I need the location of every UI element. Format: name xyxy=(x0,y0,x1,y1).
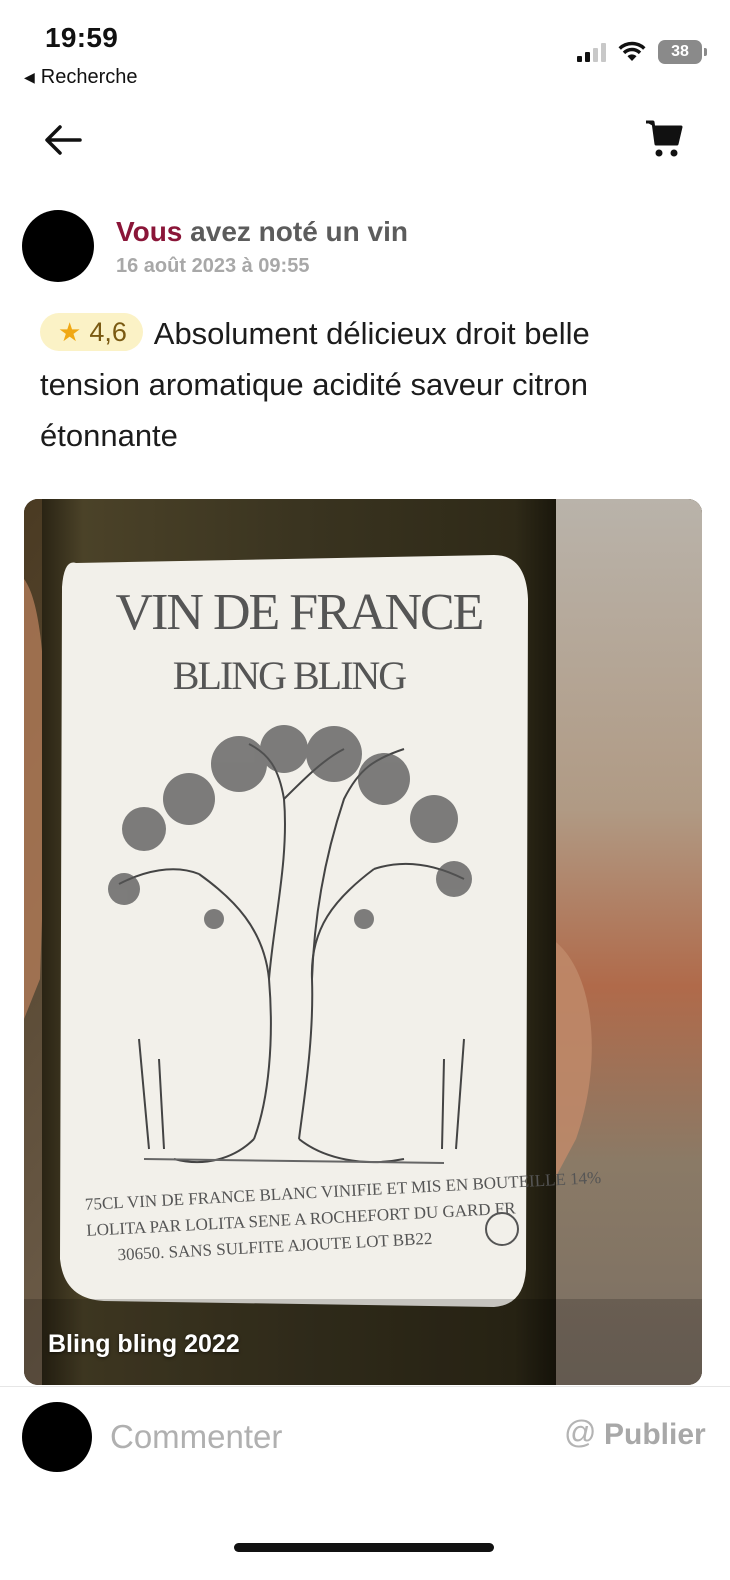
back-to-app-link[interactable]: ◀ Recherche xyxy=(24,66,138,89)
cart-icon[interactable] xyxy=(644,116,684,160)
rating-value: 4,6 xyxy=(89,317,127,347)
mention-icon[interactable]: @ xyxy=(564,1414,596,1451)
label-name: BLING BLING xyxy=(173,653,407,698)
rating-badge: ★ 4,6 xyxy=(40,313,143,351)
user-avatar[interactable] xyxy=(22,210,94,282)
comment-avatar xyxy=(22,1402,92,1472)
post-title: Vous avez noté un vin xyxy=(116,216,408,248)
status-icons: 38 xyxy=(577,40,707,64)
arrow-left-icon[interactable] xyxy=(40,118,84,162)
status-time: 19:59 xyxy=(45,22,119,53)
post-actor[interactable]: Vous xyxy=(116,216,182,247)
review-body: ★ 4,6 Absolument délicieux droit belle t… xyxy=(40,308,690,461)
back-app-label: Recherche xyxy=(40,66,138,88)
cellular-signal-icon xyxy=(577,42,606,62)
star-icon: ★ xyxy=(58,317,82,347)
home-indicator[interactable] xyxy=(234,1543,494,1552)
wifi-icon xyxy=(618,41,646,61)
wine-photo[interactable]: VIN DE FRANCE BLING BLING 75CL VIN DE FR… xyxy=(24,499,702,1385)
label-title: VIN DE FRANCE xyxy=(116,584,483,641)
back-triangle-icon: ◀ xyxy=(24,69,35,85)
battery-icon: 38 xyxy=(658,40,707,64)
divider xyxy=(0,1386,730,1387)
post-action: avez noté un vin xyxy=(190,216,408,247)
comment-input[interactable] xyxy=(110,1412,530,1462)
photo-caption: Bling bling 2022 xyxy=(48,1330,240,1358)
post-date: 16 août 2023 à 09:55 xyxy=(116,255,310,277)
wine-bottle-illustration: VIN DE FRANCE BLING BLING 75CL VIN DE FR… xyxy=(24,499,702,1385)
publish-button[interactable]: Publier xyxy=(604,1418,706,1452)
